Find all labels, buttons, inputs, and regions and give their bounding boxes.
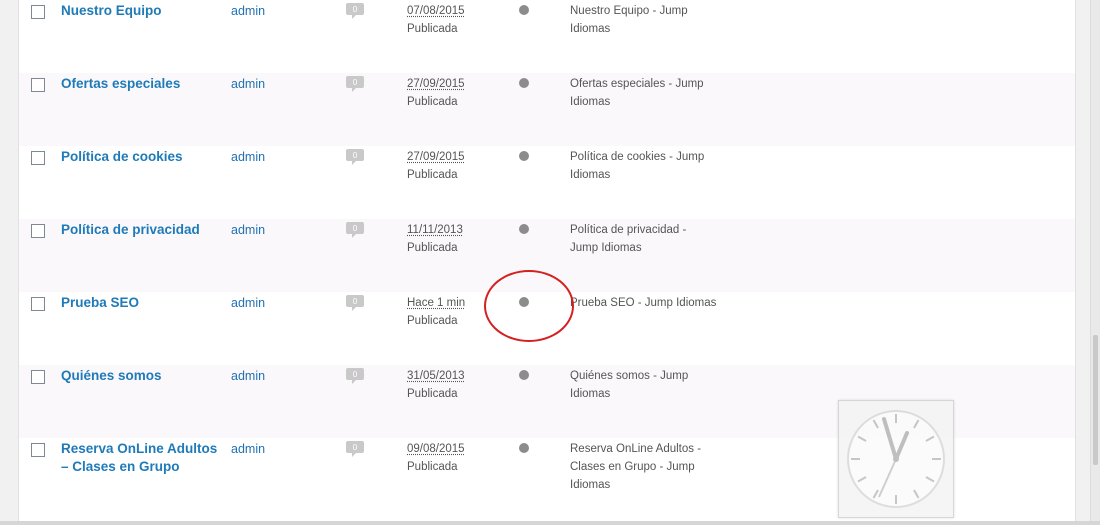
seo-line: Política de privacidad -	[570, 221, 730, 239]
seo-title-cell: Ofertas especiales - Jump Idiomas	[570, 75, 730, 111]
comment-bubble-icon[interactable]: 0	[345, 1, 365, 21]
status-label: Publicada	[407, 166, 465, 184]
date-cell: 07/08/2015 Publicada	[407, 2, 465, 38]
row-checkbox[interactable]	[31, 151, 45, 165]
comment-bubble-icon[interactable]: 0	[345, 366, 365, 386]
date-value: 27/09/2015	[407, 75, 465, 93]
seo-title-cell: Quiénes somos - Jump Idiomas	[570, 367, 730, 403]
seo-line: Idiomas	[570, 476, 730, 494]
title-line: Nuestro Equipo	[61, 2, 221, 20]
date-value: 07/08/2015	[407, 2, 465, 20]
date-cell: Hace 1 min Publicada	[407, 294, 465, 330]
seo-status-dot-icon	[519, 151, 529, 161]
seo-line: Política de cookies - Jump	[570, 148, 730, 166]
date-value: 27/09/2015	[407, 148, 465, 166]
author-link[interactable]: admin	[231, 294, 265, 312]
seo-line: Idiomas	[570, 166, 730, 184]
page-title-link[interactable]: Política de cookies	[61, 148, 221, 166]
author-link[interactable]: admin	[231, 221, 265, 239]
comment-count: 0	[353, 151, 358, 160]
comment-count: 0	[353, 370, 358, 379]
date-value: 09/08/2015	[407, 440, 465, 458]
seo-line: Prueba SEO - Jump Idiomas	[570, 294, 730, 312]
status-label: Publicada	[407, 20, 465, 38]
title-line: – Clases en Grupo	[61, 458, 221, 476]
date-value: 11/11/2013	[407, 221, 463, 239]
title-line: Reserva OnLine Adultos	[61, 440, 221, 458]
seo-line: Idiomas	[570, 385, 730, 403]
row-checkbox[interactable]	[31, 224, 45, 238]
page-title-link[interactable]: Política de privacidad	[61, 221, 221, 239]
table-row: Ofertas especiales admin 0 27/09/2015 Pu…	[19, 73, 1075, 146]
author-link[interactable]: admin	[231, 75, 265, 93]
date-cell: 27/09/2015 Publicada	[407, 75, 465, 111]
horizontal-scrollbar[interactable]	[0, 521, 1100, 525]
author-link[interactable]: admin	[231, 367, 265, 385]
seo-line: Nuestro Equipo - Jump	[570, 2, 730, 20]
status-label: Publicada	[407, 458, 465, 476]
seo-line: Quiénes somos - Jump	[570, 367, 730, 385]
seo-title-cell: Nuestro Equipo - Jump Idiomas	[570, 2, 730, 38]
page-title-link[interactable]: Quiénes somos	[61, 367, 221, 385]
seo-title-cell: Reserva OnLine Adultos - Clases en Grupo…	[570, 440, 730, 494]
seo-title-cell: Política de privacidad - Jump Idiomas	[570, 221, 730, 257]
row-checkbox[interactable]	[31, 5, 45, 19]
clock-icon	[838, 400, 954, 518]
seo-line: Jump Idiomas	[570, 239, 730, 257]
title-line: Ofertas especiales	[61, 75, 221, 93]
seo-status-dot-icon	[519, 443, 529, 453]
date-cell: 09/08/2015 Publicada	[407, 440, 465, 476]
date-cell: 27/09/2015 Publicada	[407, 148, 465, 184]
comment-count: 0	[353, 78, 358, 87]
status-label: Publicada	[407, 312, 465, 330]
title-line: Quiénes somos	[61, 367, 221, 385]
row-checkbox[interactable]	[31, 297, 45, 311]
comment-bubble-icon[interactable]: 0	[345, 220, 365, 240]
author-link[interactable]: admin	[231, 148, 265, 166]
row-checkbox[interactable]	[31, 443, 45, 457]
seo-status-dot-icon	[519, 224, 529, 234]
comment-count: 0	[353, 5, 358, 14]
comment-bubble-icon[interactable]: 0	[345, 439, 365, 459]
comment-bubble-icon[interactable]: 0	[345, 293, 365, 313]
author-link[interactable]: admin	[231, 2, 265, 20]
status-label: Publicada	[407, 239, 463, 257]
page-title-link[interactable]: Reserva OnLine Adultos – Clases en Grupo	[61, 440, 221, 476]
row-checkbox[interactable]	[31, 370, 45, 384]
date-value: Hace 1 min	[407, 294, 465, 312]
seo-title-cell: Política de cookies - Jump Idiomas	[570, 148, 730, 184]
seo-line: Ofertas especiales - Jump	[570, 75, 730, 93]
seo-status-dot-icon	[519, 78, 529, 88]
scrollbar-thumb[interactable]	[1093, 335, 1098, 465]
seo-title-cell: Prueba SEO - Jump Idiomas	[570, 294, 730, 312]
title-line: Política de cookies	[61, 148, 221, 166]
status-label: Publicada	[407, 385, 465, 403]
seo-line: Idiomas	[570, 93, 730, 111]
title-line: Política de privacidad	[61, 221, 221, 239]
date-cell: 11/11/2013 Publicada	[407, 221, 463, 257]
comment-bubble-icon[interactable]: 0	[345, 147, 365, 167]
comment-count: 0	[353, 297, 358, 306]
row-checkbox[interactable]	[31, 78, 45, 92]
author-link[interactable]: admin	[231, 440, 265, 458]
page-title-link[interactable]: Prueba SEO	[61, 294, 221, 312]
status-label: Publicada	[407, 93, 465, 111]
seo-line: Idiomas	[570, 20, 730, 38]
seo-line: Reserva OnLine Adultos -	[570, 440, 730, 458]
page-title-link[interactable]: Nuestro Equipo	[61, 2, 221, 20]
annotation-circle	[484, 270, 574, 342]
page-title-link[interactable]: Ofertas especiales	[61, 75, 221, 93]
date-cell: 31/05/2013 Publicada	[407, 367, 465, 403]
seo-status-dot-icon	[519, 5, 529, 15]
comment-count: 0	[353, 443, 358, 452]
table-row: Nuestro Equipo admin 0 07/08/2015 Public…	[19, 0, 1075, 73]
seo-status-dot-icon	[519, 370, 529, 380]
comment-count: 0	[353, 224, 358, 233]
table-row: Política de cookies admin 0 27/09/2015 P…	[19, 146, 1075, 219]
seo-line: Clases en Grupo - Jump	[570, 458, 730, 476]
title-line: Prueba SEO	[61, 294, 221, 312]
date-value: 31/05/2013	[407, 367, 465, 385]
comment-bubble-icon[interactable]: 0	[345, 74, 365, 94]
